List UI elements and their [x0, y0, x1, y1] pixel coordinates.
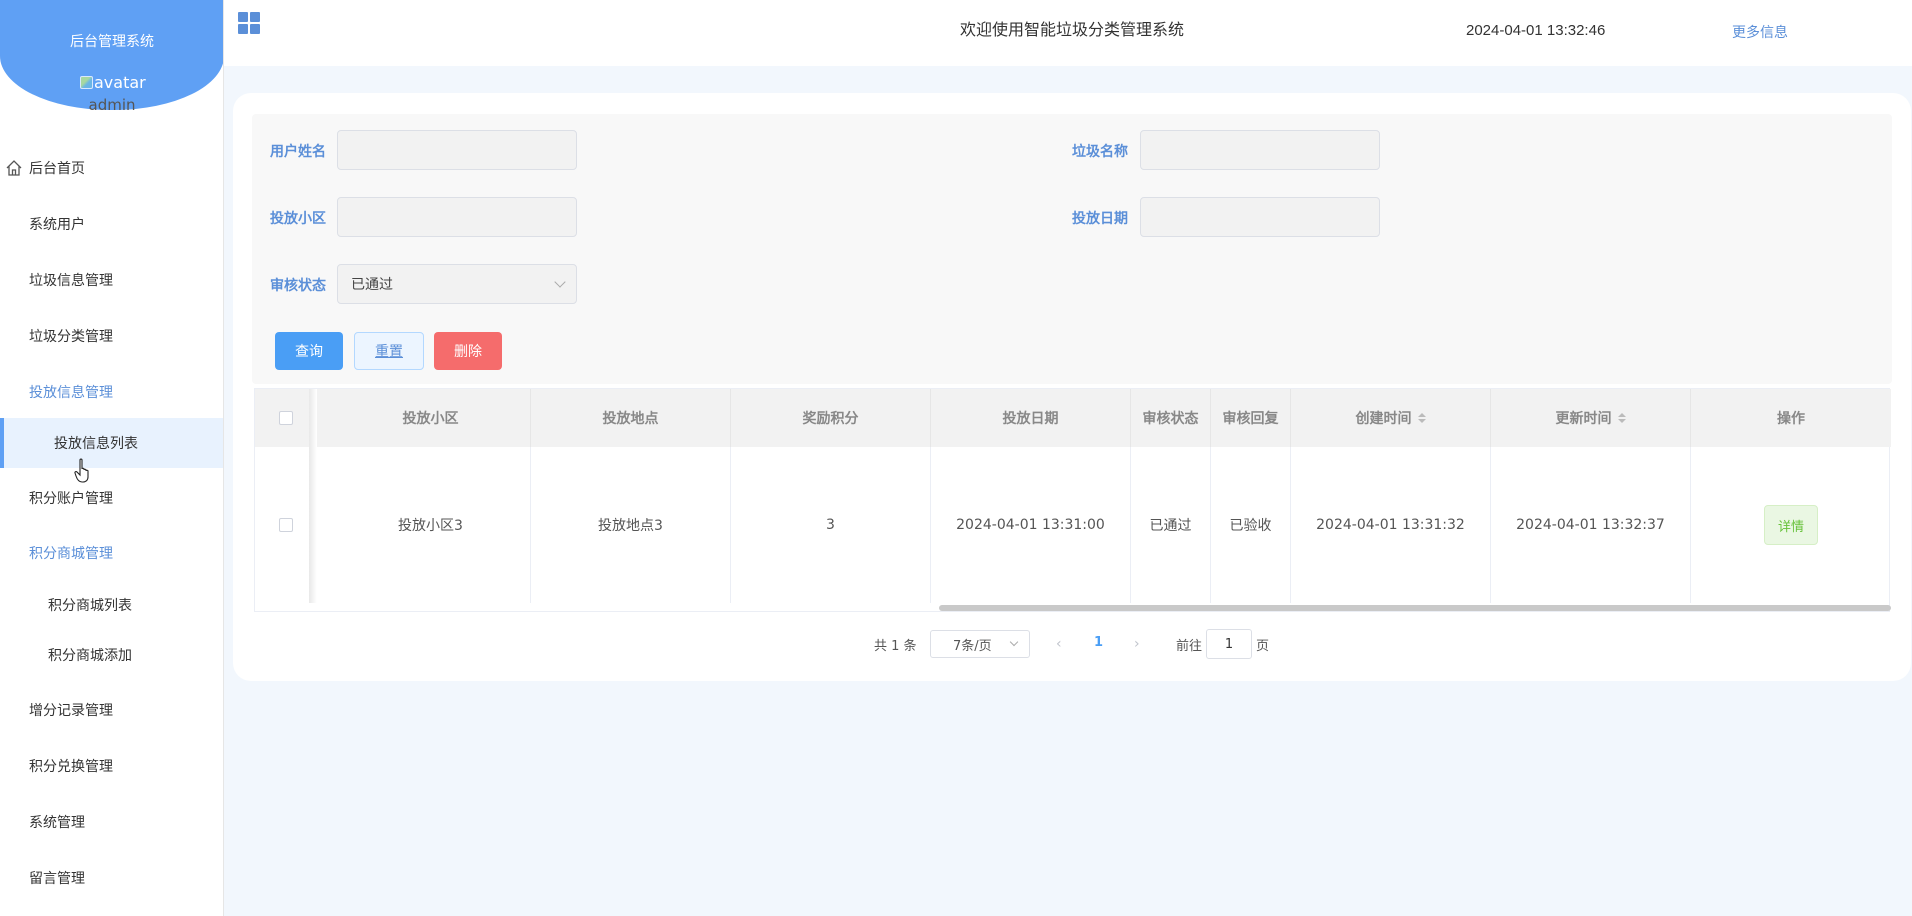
row-select-cell: [255, 447, 317, 603]
fixed-column-shadow: [309, 389, 317, 603]
cell-status: 已通过: [1131, 447, 1211, 603]
query-button[interactable]: 查询: [275, 332, 343, 370]
garbage-name-label: 垃圾名称: [1072, 144, 1128, 160]
sidebar-item-points-exchange[interactable]: 积分兑换管理: [0, 741, 223, 791]
page-suffix-label: 页: [1256, 638, 1270, 654]
column-header-points: 奖励积分: [731, 389, 931, 447]
avatar-alt-text: avatar: [94, 73, 146, 92]
sidebar-item-label: 系统管理: [29, 815, 85, 831]
sidebar-item-points-mall[interactable]: 积分商城管理: [0, 528, 223, 578]
sort-icon[interactable]: [1617, 413, 1626, 423]
column-header-actions: 操作: [1777, 411, 1805, 427]
select-all-cell: [255, 389, 317, 447]
sort-icon[interactable]: [1417, 413, 1426, 423]
pagination-total: 共 1 条: [874, 638, 917, 654]
community-label: 投放小区: [270, 211, 326, 227]
username: admin: [88, 96, 136, 114]
delete-button[interactable]: 删除: [434, 332, 502, 370]
sidebar-item-label: 投放信息管理: [29, 385, 113, 401]
cell-created: 2024-04-01 13:31:32: [1291, 447, 1491, 603]
column-header-label: 更新时间: [1555, 411, 1612, 427]
sidebar-item-label: 积分商城管理: [29, 546, 113, 562]
cell-community: 投放小区3: [331, 447, 531, 603]
sidebar: 后台管理系统 avatar admin 后台首页 系统用户 垃圾信息管理 垃圾分…: [0, 0, 224, 916]
page-size-select[interactable]: 7条/页: [930, 630, 1030, 658]
cell-reply: 已验收: [1211, 447, 1291, 603]
cell-points: 3: [731, 447, 931, 603]
hand-cursor-icon: [74, 458, 89, 483]
sidebar-item-drop-info[interactable]: 投放信息管理: [0, 367, 223, 417]
sidebar-item-points-record[interactable]: 增分记录管理: [0, 685, 223, 735]
sidebar-item-label: 后台首页: [29, 161, 85, 177]
audit-status-label: 审核状态: [270, 278, 326, 294]
column-header-status: 审核状态: [1131, 389, 1211, 447]
sidebar-item-label: 积分商城列表: [48, 598, 132, 614]
column-header-created[interactable]: 创建时间: [1291, 389, 1491, 447]
audit-status-value: 已通过: [351, 277, 393, 293]
sidebar-item-home[interactable]: 后台首页: [0, 143, 223, 193]
sidebar-item-label: 系统用户: [29, 217, 85, 233]
chevron-down-icon: [1009, 637, 1019, 647]
sidebar-item-garbage-category[interactable]: 垃圾分类管理: [0, 311, 223, 361]
cell-drop-date: 2024-04-01 13:31:00: [931, 447, 1131, 603]
column-header-location: 投放地点: [531, 389, 731, 447]
drop-date-input[interactable]: [1140, 197, 1380, 237]
column-header-community: 投放小区: [331, 389, 531, 447]
column-header-drop-date: 投放日期: [931, 389, 1131, 447]
cell-location: 投放地点3: [531, 447, 731, 603]
chevron-down-icon: [554, 276, 566, 288]
sidebar-item-label: 垃圾信息管理: [29, 273, 113, 289]
header-datetime: 2024-04-01 13:32:46: [1466, 22, 1606, 39]
prev-page-icon[interactable]: ‹: [1056, 636, 1066, 652]
sidebar-item-messages[interactable]: 留言管理: [0, 853, 223, 903]
sidebar-item-label: 积分账户管理: [29, 491, 113, 507]
next-page-icon[interactable]: ›: [1134, 636, 1144, 652]
detail-button[interactable]: 详情: [1764, 505, 1818, 545]
sidebar-item-label: 投放信息列表: [54, 436, 138, 452]
sidebar-item-label: 积分商城添加: [48, 648, 132, 664]
horizontal-scrollbar[interactable]: [939, 605, 1891, 611]
drop-date-label: 投放日期: [1072, 211, 1128, 227]
audit-status-select[interactable]: 已通过: [337, 264, 577, 304]
user-name-label: 用户姓名: [270, 144, 326, 160]
goto-label: 前往: [1176, 638, 1203, 654]
column-header-reply: 审核回复: [1211, 389, 1291, 447]
sidebar-item-drop-info-list[interactable]: 投放信息列表: [0, 418, 223, 468]
sidebar-item-points-mall-add[interactable]: 积分商城添加: [0, 630, 223, 680]
sidebar-item-garbage-info[interactable]: 垃圾信息管理: [0, 255, 223, 305]
sidebar-item-label: 增分记录管理: [29, 703, 113, 719]
brand-title: 后台管理系统: [70, 34, 154, 50]
sidebar-item-label: 留言管理: [29, 871, 85, 887]
reset-button[interactable]: 重置: [354, 332, 424, 370]
page-size-value: 7条/页: [953, 638, 992, 654]
sidebar-item-label: 积分兑换管理: [29, 759, 113, 775]
more-info-link[interactable]: 更多信息: [1732, 22, 1788, 42]
cell-updated: 2024-04-01 13:32:37: [1491, 447, 1691, 603]
page-welcome-title: 欢迎使用智能垃圾分类管理系统: [960, 20, 1185, 39]
sidebar-item-label: 垃圾分类管理: [29, 329, 113, 345]
data-table: 投放小区 投放地点 奖励积分 投放日期 审核状态 审核回复 创建时间 更新时间 …: [254, 388, 1891, 612]
sidebar-item-points-account[interactable]: 积分账户管理: [0, 473, 223, 523]
home-icon: [6, 160, 22, 176]
goto-page-input[interactable]: 1: [1206, 629, 1252, 659]
sidebar-item-system-users[interactable]: 系统用户: [0, 199, 223, 249]
sidebar-item-points-mall-list[interactable]: 积分商城列表: [0, 580, 223, 630]
avatar: avatar: [80, 73, 146, 92]
current-page-number[interactable]: 1: [1094, 635, 1103, 650]
cell-actions: 详情: [1691, 447, 1891, 603]
menu-toggle-grid-icon[interactable]: [238, 12, 260, 34]
brand-header: 后台管理系统 avatar admin: [0, 0, 223, 114]
column-header-label: 创建时间: [1355, 411, 1412, 427]
sidebar-item-system-manage[interactable]: 系统管理: [0, 797, 223, 847]
garbage-name-input[interactable]: [1140, 130, 1380, 170]
row-checkbox[interactable]: [279, 518, 293, 532]
column-header-updated[interactable]: 更新时间: [1491, 389, 1691, 447]
user-name-input[interactable]: [337, 130, 577, 170]
select-all-checkbox[interactable]: [279, 411, 293, 425]
community-input[interactable]: [337, 197, 577, 237]
broken-image-icon: [80, 76, 93, 89]
